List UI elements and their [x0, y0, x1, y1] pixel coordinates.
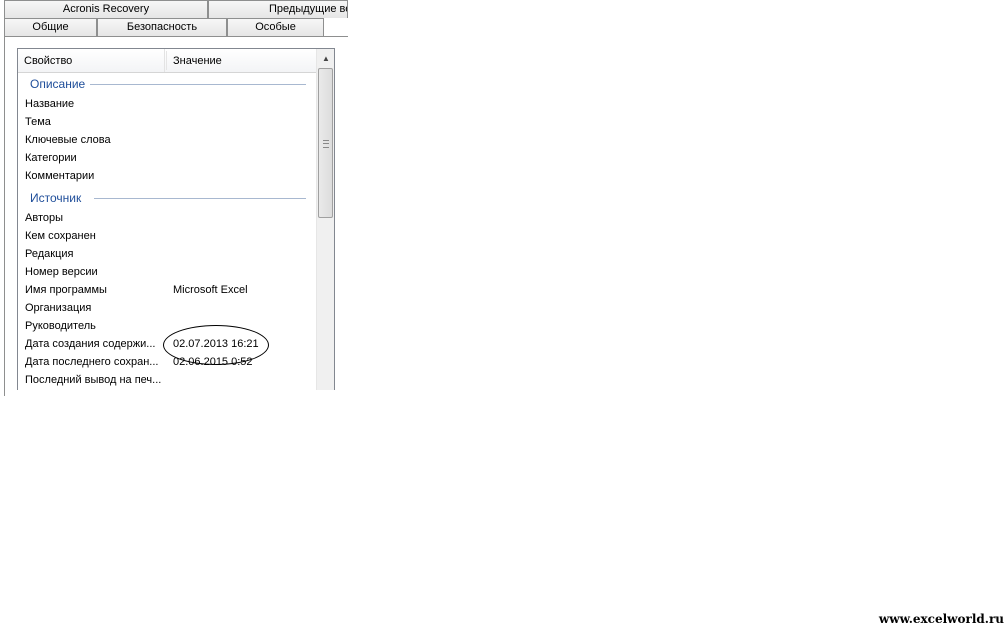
- column-divider[interactable]: [166, 51, 167, 70]
- column-header-value[interactable]: Значение: [173, 49, 303, 72]
- property-label: Кем сохранен: [25, 230, 96, 242]
- scroll-up-icon[interactable]: ▲: [320, 52, 332, 66]
- property-label: Руководитель: [25, 320, 96, 332]
- list-item[interactable]: Организация: [18, 299, 316, 317]
- list-item[interactable]: Категории: [18, 149, 316, 167]
- list-item[interactable]: Редакция: [18, 245, 316, 263]
- property-value: Microsoft Excel: [173, 284, 248, 296]
- property-label: Организация: [25, 302, 92, 314]
- list-item[interactable]: Авторы: [18, 209, 316, 227]
- highlight-ellipse: [163, 325, 269, 365]
- property-label: Номер версии: [25, 266, 98, 278]
- property-label: Дата создания содержи...: [25, 338, 156, 350]
- group-header-description: Описание: [30, 77, 86, 91]
- list-item[interactable]: Название: [18, 95, 316, 113]
- list-item[interactable]: Тема: [18, 113, 316, 131]
- property-label: Редакция: [25, 248, 74, 260]
- list-item[interactable]: Комментарии: [18, 167, 316, 185]
- column-header-property[interactable]: Свойство: [24, 49, 165, 72]
- scroll-thumb[interactable]: [318, 68, 333, 218]
- group-divider: [90, 84, 306, 85]
- list-item[interactable]: Последний вывод на печ...: [18, 371, 316, 389]
- tab-security[interactable]: Безопасность: [97, 18, 227, 36]
- list-item[interactable]: Руководитель: [18, 317, 316, 335]
- group-header-source: Источник: [30, 191, 82, 205]
- group-divider: [94, 198, 306, 199]
- property-label: Категории: [25, 152, 77, 164]
- property-label: Комментарии: [25, 170, 95, 182]
- watermark: www.excelworld.ru: [878, 612, 1004, 626]
- tab-custom[interactable]: Особые: [227, 18, 324, 36]
- property-label: Имя программы: [25, 284, 107, 296]
- property-label: Авторы: [25, 212, 63, 224]
- property-label: Тема: [25, 116, 51, 128]
- property-label: Название: [25, 98, 75, 110]
- list-item[interactable]: Номер версии: [18, 263, 316, 281]
- list-item[interactable]: Кем сохранен: [18, 227, 316, 245]
- tab-general[interactable]: Общие: [4, 18, 97, 36]
- property-label: Ключевые слова: [25, 134, 111, 146]
- list-header: Свойство Значение: [18, 49, 316, 73]
- tab-previous-versions[interactable]: Предыдущие ве: [208, 0, 348, 18]
- list-item[interactable]: Дата последнего сохран... 02.06.2015 0:52: [18, 353, 316, 371]
- vertical-scrollbar[interactable]: ▲: [316, 49, 334, 390]
- property-label: Последний вывод на печ...: [25, 374, 162, 386]
- list-item[interactable]: Ключевые слова: [18, 131, 316, 149]
- grip-icon: [323, 140, 329, 148]
- tab-acronis-recovery[interactable]: Acronis Recovery: [4, 0, 208, 18]
- property-label: Дата последнего сохран...: [25, 356, 159, 368]
- list-item[interactable]: Имя программы Microsoft Excel: [18, 281, 316, 299]
